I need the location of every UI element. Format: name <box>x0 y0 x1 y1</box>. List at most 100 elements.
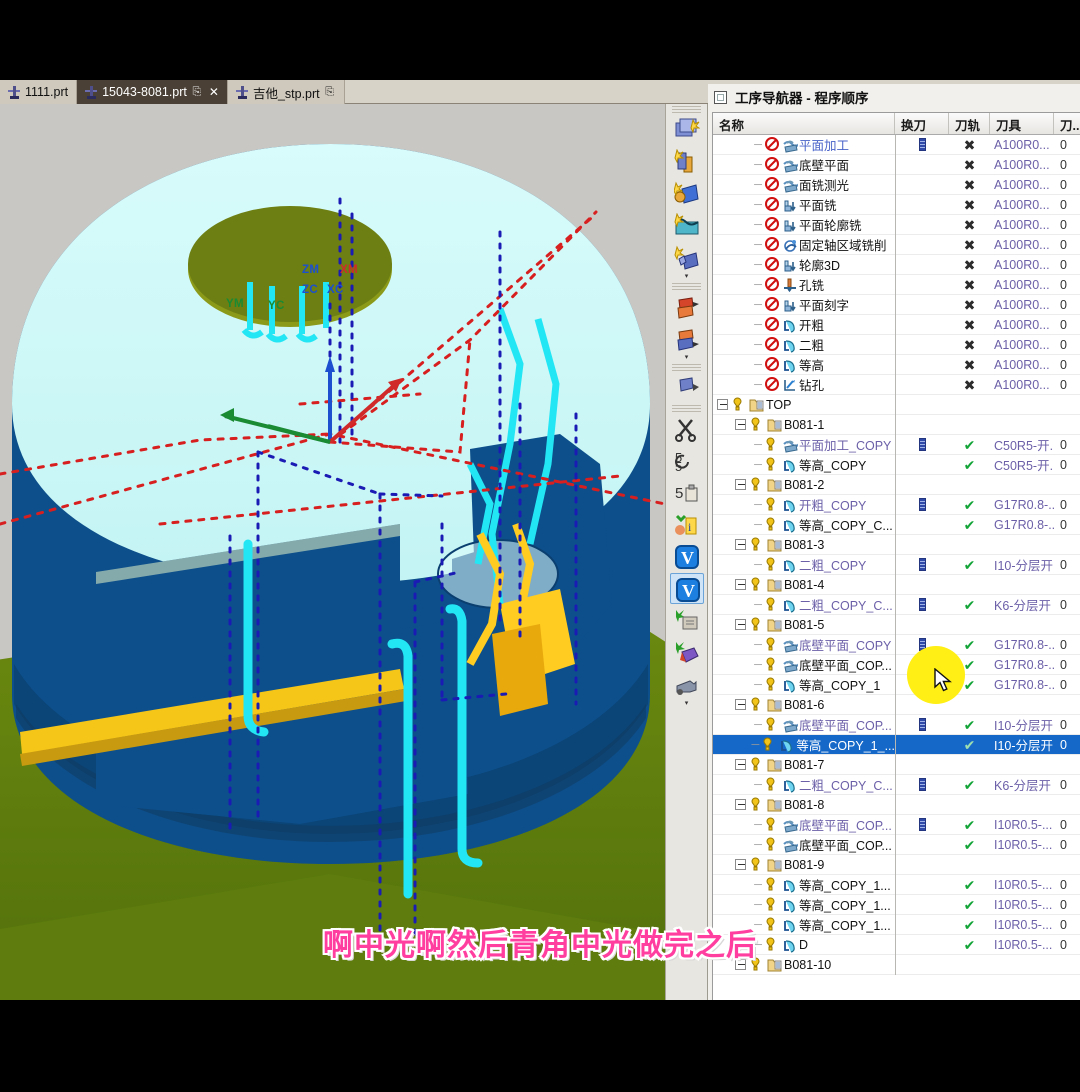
toolbar-overflow-arrow[interactable]: ▾ <box>666 700 707 708</box>
tree-row-toolnumber-cell[interactable]: 0 <box>1054 715 1080 735</box>
tree-row-tool-cell[interactable] <box>990 575 1054 595</box>
workpiece-button[interactable] <box>670 210 704 241</box>
tree-row-name-cell[interactable]: ─ 底壁平面_COP... <box>713 815 895 835</box>
tree-row[interactable]: ─ 底壁平面_COP... ✔ I10-分层开 0 <box>713 714 1080 735</box>
tree-row-toolchange-cell[interactable] <box>895 274 949 295</box>
tree-row-toolnumber-cell[interactable]: 0 <box>1054 635 1080 655</box>
tree-row[interactable]: ─ 等高_COPY_1... ✔ I10R0.5-... 0 <box>713 874 1080 895</box>
operation-tree[interactable]: 名称 换刀 刀轨 刀具 刀... ─平面加工✖A100R0...0─底壁平面✖A… <box>712 112 1080 1067</box>
replay-toolpath-button[interactable] <box>670 323 704 354</box>
tree-row-toolchange-cell[interactable] <box>895 434 949 455</box>
operation-warning-status[interactable] <box>765 457 780 472</box>
tree-row-toolnumber-cell[interactable]: 0 <box>1054 375 1080 395</box>
tree-row-toolpath-cell[interactable] <box>949 575 990 595</box>
operation-warning-status[interactable] <box>765 437 780 452</box>
tree-row-tool-cell[interactable]: A100R0... <box>990 375 1054 395</box>
tree-row[interactable]: ─ 底壁平面_COP... ✔ I10R0.5-... 0 <box>713 814 1080 835</box>
tree-row-toolnumber-cell[interactable]: 0 <box>1054 155 1080 175</box>
tree-row[interactable]: ─ 等高_COPY ✔ C50R5-开... 0 <box>713 454 1080 475</box>
tree-row-toolchange-cell[interactable] <box>895 174 949 195</box>
tree-row-toolpath-cell[interactable]: ✔ <box>949 895 990 915</box>
document-tab-1[interactable]: 1111.prt <box>0 80 78 104</box>
operation-blocked-status[interactable] <box>765 317 780 332</box>
tree-row-toolpath-cell[interactable] <box>949 395 990 415</box>
tree-row-name-cell[interactable]: ─ 等高_COPY_1_... <box>713 735 895 755</box>
tree-row-tool-cell[interactable]: A100R0... <box>990 195 1054 215</box>
operation-blocked-status[interactable] <box>765 377 780 392</box>
tree-row-name-cell[interactable]: ─ 二粗_COPY_C... <box>713 595 895 615</box>
document-tab-3[interactable]: 吉他_stp.prt ⎘ <box>227 80 345 104</box>
operation-warning-status[interactable] <box>765 817 780 832</box>
column-header-name[interactable]: 名称 <box>713 113 895 134</box>
tree-row-name-cell[interactable]: B081-2 <box>713 475 895 495</box>
operation-blocked-status[interactable] <box>765 197 780 212</box>
operation-blocked-status[interactable] <box>765 237 780 252</box>
tree-row-toolpath-cell[interactable]: ✖ <box>949 155 990 175</box>
tree-row-toolchange-cell[interactable] <box>895 914 949 935</box>
tree-row-name-cell[interactable]: ─ 平面加工_COPY <box>713 435 895 455</box>
tree-expander-icon[interactable] <box>735 619 746 630</box>
tree-row-toolnumber-cell[interactable]: 0 <box>1054 595 1080 615</box>
tree-row-tool-cell[interactable] <box>990 795 1054 815</box>
tree-row-toolnumber-cell[interactable] <box>1054 475 1080 495</box>
tree-row-name-cell[interactable]: ─ 等高_COPY_1... <box>713 895 895 915</box>
tree-row-name-cell[interactable]: ─ 等高_COPY_1... <box>713 875 895 895</box>
tree-row-tool-cell[interactable] <box>990 615 1054 635</box>
tree-expander-icon[interactable] <box>735 699 746 710</box>
tree-row-name-cell[interactable]: ─ 底壁平面_COP... <box>713 655 895 675</box>
tree-row-name-cell[interactable]: ─ 底壁平面_COP... <box>713 835 895 855</box>
tree-row-tool-cell[interactable]: A100R0... <box>990 315 1054 335</box>
tree-row-tool-cell[interactable]: A100R0... <box>990 235 1054 255</box>
tree-row-toolpath-cell[interactable] <box>949 795 990 815</box>
tree-row-tool-cell[interactable] <box>990 855 1054 875</box>
tree-row-toolchange-cell[interactable] <box>895 254 949 275</box>
operation-blocked-status[interactable] <box>765 177 780 192</box>
tree-row-toolpath-cell[interactable]: ✔ <box>949 555 990 575</box>
tree-row-toolchange-cell[interactable] <box>895 934 949 955</box>
tree-row-toolnumber-cell[interactable] <box>1054 615 1080 635</box>
operation-warning-status[interactable] <box>765 557 780 572</box>
operation-warning-status[interactable] <box>732 397 747 412</box>
tree-row-toolpath-cell[interactable]: ✔ <box>949 435 990 455</box>
operation-blocked-status[interactable] <box>765 257 780 272</box>
tree-row-toolchange-cell[interactable] <box>895 134 949 155</box>
tree-row[interactable]: B081-2 <box>713 474 1080 495</box>
tree-row-tool-cell[interactable]: G17R0.8-... <box>990 495 1054 515</box>
copy-toolpath-button[interactable]: 55 <box>670 445 704 476</box>
tree-row-toolpath-cell[interactable]: ✖ <box>949 315 990 335</box>
operation-toolbar[interactable]: ▾ ▾ 5 5 5 i V V ▾ <box>665 104 708 1000</box>
tree-expander-icon[interactable] <box>717 399 728 410</box>
tree-row-name-cell[interactable]: ─ 二粗_COPY_C... <box>713 775 895 795</box>
tree-row-toolpath-cell[interactable]: ✔ <box>949 915 990 935</box>
tree-row[interactable]: ─ 等高_COPY_1... ✔ I10R0.5-... 0 <box>713 914 1080 935</box>
tree-row-toolchange-cell[interactable] <box>895 294 949 315</box>
tree-row-tool-cell[interactable]: K6-分层开 <box>990 775 1054 795</box>
tree-expander-icon[interactable] <box>735 539 746 550</box>
tree-column-headers[interactable]: 名称 换刀 刀轨 刀具 刀... <box>713 113 1080 135</box>
operation-warning-status[interactable] <box>765 597 780 612</box>
tree-row-tool-cell[interactable]: A100R0... <box>990 175 1054 195</box>
tree-row-tool-cell[interactable]: A100R0... <box>990 215 1054 235</box>
tree-row[interactable]: ─ 平面铣 ✖ A100R0... 0 <box>713 194 1080 215</box>
toolbar-grip[interactable] <box>672 405 701 412</box>
tree-row-tool-cell[interactable] <box>990 755 1054 775</box>
tree-row-toolnumber-cell[interactable]: 0 <box>1054 775 1080 795</box>
operation-warning-status[interactable] <box>765 897 780 912</box>
tree-row-toolpath-cell[interactable]: ✖ <box>949 355 990 375</box>
tree-row-toolchange-cell[interactable] <box>895 574 949 595</box>
panel-pin-icon[interactable] <box>714 90 727 104</box>
tree-row-tool-cell[interactable] <box>990 955 1054 975</box>
tree-row[interactable]: ─ 等高 ✖ A100R0... 0 <box>713 354 1080 375</box>
tree-row[interactable]: ─ 平面刻字 ✖ A100R0... 0 <box>713 294 1080 315</box>
tree-row-name-cell[interactable]: B081-5 <box>713 615 895 635</box>
tree-row[interactable]: B081-4 <box>713 574 1080 595</box>
tree-row-tool-cell[interactable]: A100R0... <box>990 155 1054 175</box>
tree-row-toolchange-cell[interactable] <box>895 394 949 415</box>
tree-row[interactable]: ─ 平面加工 ✖ A100R0... 0 <box>713 134 1080 155</box>
tree-row-toolpath-cell[interactable] <box>949 415 990 435</box>
tree-row[interactable]: B081-8 <box>713 794 1080 815</box>
tree-row-toolchange-cell[interactable] <box>895 834 949 855</box>
tree-row-tool-cell[interactable]: A100R0... <box>990 135 1054 155</box>
tree-row-tool-cell[interactable]: I10R0.5-... <box>990 835 1054 855</box>
operation-warning-status[interactable] <box>765 777 780 792</box>
